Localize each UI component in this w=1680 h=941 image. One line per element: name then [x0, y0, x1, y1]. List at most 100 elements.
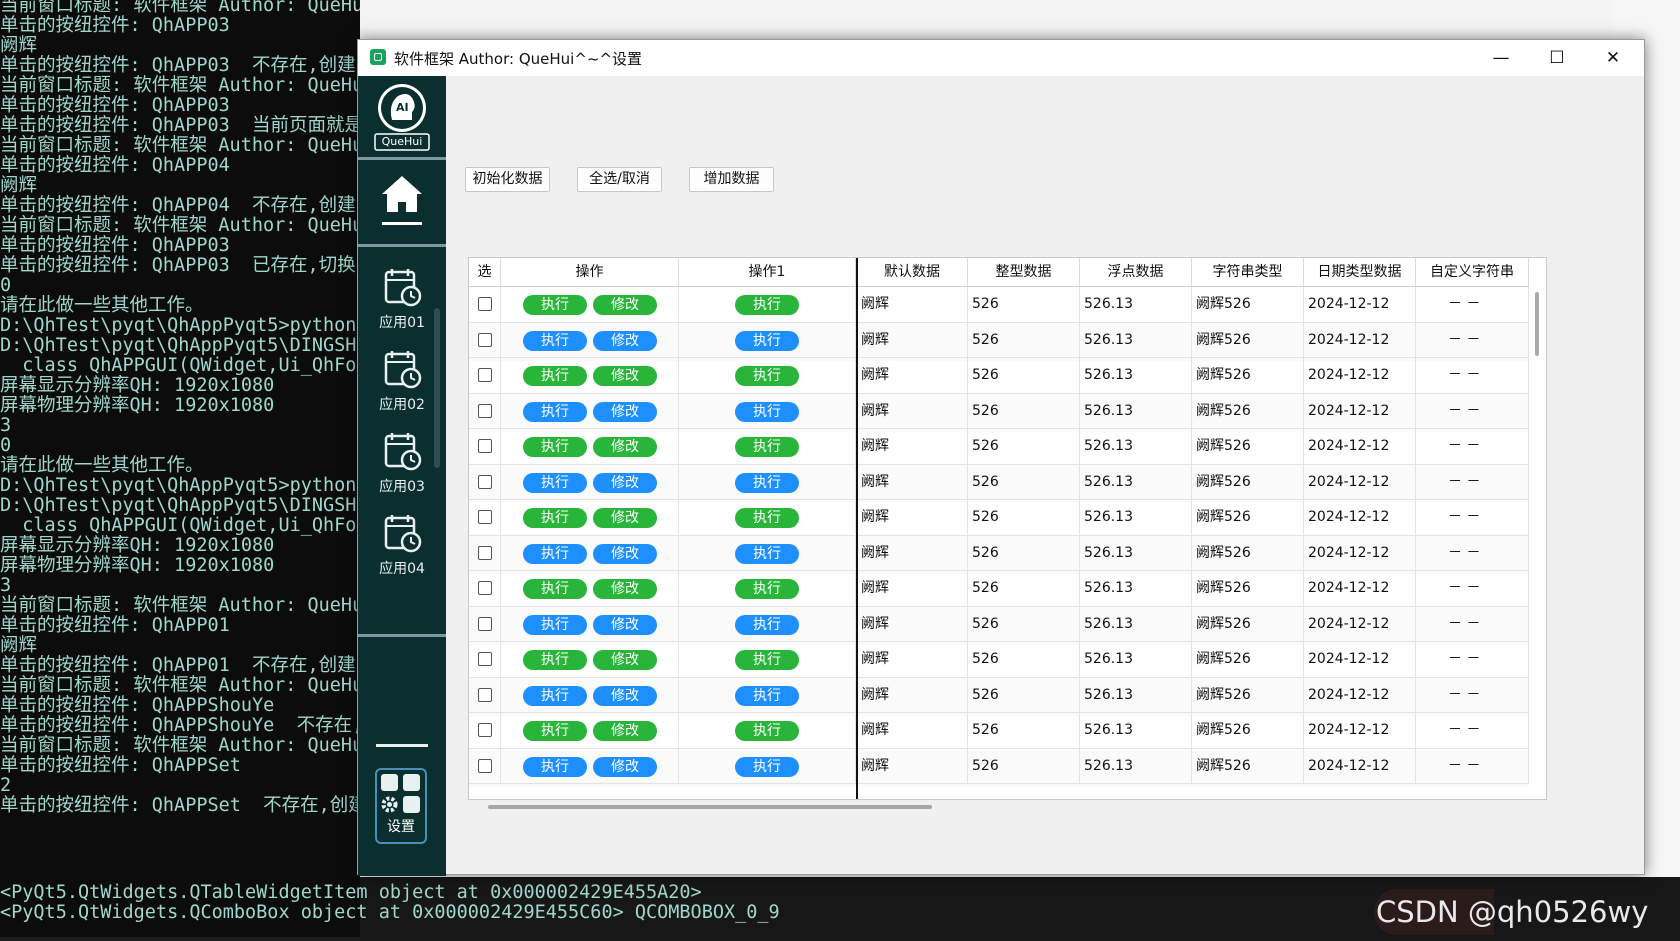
execute-button[interactable]: 执行: [735, 437, 799, 457]
custom-string-cell[interactable]: － －: [1416, 358, 1529, 394]
row-checkbox[interactable]: [478, 687, 492, 702]
float-data-cell[interactable]: 526.13: [1080, 642, 1192, 678]
custom-string-cell[interactable]: － －: [1416, 393, 1529, 429]
execute-button[interactable]: 执行: [523, 685, 587, 706]
default-data-cell[interactable]: 阙辉: [857, 748, 968, 784]
date-data-cell[interactable]: 2024-12-12: [1304, 500, 1416, 536]
execute-button[interactable]: 执行: [735, 508, 799, 528]
string-data-cell[interactable]: 阙辉526: [1192, 713, 1304, 749]
column-header[interactable]: 自定义字符串: [1416, 258, 1529, 287]
custom-string-cell[interactable]: － －: [1416, 429, 1529, 465]
int-data-cell[interactable]: 526: [968, 606, 1080, 642]
edit-button[interactable]: 修改: [593, 685, 657, 706]
string-data-cell[interactable]: 阙辉526: [1192, 535, 1304, 571]
custom-string-cell[interactable]: － －: [1416, 571, 1529, 607]
date-data-cell[interactable]: 2024-12-12: [1304, 287, 1416, 323]
int-data-cell[interactable]: 526: [968, 464, 1080, 500]
date-data-cell[interactable]: 2024-12-12: [1304, 322, 1416, 358]
int-data-cell[interactable]: 526: [968, 429, 1080, 465]
row-checkbox[interactable]: [478, 510, 492, 524]
default-data-cell[interactable]: 阙辉: [857, 464, 968, 500]
execute-button[interactable]: 执行: [735, 614, 799, 635]
row-checkbox[interactable]: [478, 723, 492, 737]
edit-button[interactable]: 修改: [593, 437, 657, 457]
column-header[interactable]: 默认数据: [857, 258, 968, 287]
execute-button[interactable]: 执行: [735, 721, 799, 741]
date-data-cell[interactable]: 2024-12-12: [1304, 464, 1416, 500]
string-data-cell[interactable]: 阙辉526: [1192, 677, 1304, 713]
float-data-cell[interactable]: 526.13: [1080, 287, 1192, 323]
execute-button[interactable]: 执行: [523, 508, 587, 528]
edit-button[interactable]: 修改: [593, 579, 657, 599]
string-data-cell[interactable]: 阙辉526: [1192, 322, 1304, 358]
default-data-cell[interactable]: 阙辉: [857, 571, 968, 607]
int-data-cell[interactable]: 526: [968, 322, 1080, 358]
row-checkbox[interactable]: [478, 758, 492, 773]
custom-string-cell[interactable]: － －: [1416, 677, 1529, 713]
select-all-button[interactable]: 全选/取消: [577, 167, 662, 192]
int-data-cell[interactable]: 526: [968, 642, 1080, 678]
default-data-cell[interactable]: 阙辉: [857, 713, 968, 749]
row-checkbox[interactable]: [478, 332, 492, 347]
float-data-cell[interactable]: 526.13: [1080, 322, 1192, 358]
default-data-cell[interactable]: 阙辉: [857, 358, 968, 394]
default-data-cell[interactable]: 阙辉: [857, 287, 968, 323]
float-data-cell[interactable]: 526.13: [1080, 748, 1192, 784]
default-data-cell[interactable]: 阙辉: [857, 606, 968, 642]
column-header[interactable]: 日期类型数据: [1304, 258, 1416, 287]
string-data-cell[interactable]: 阙辉526: [1192, 429, 1304, 465]
execute-button[interactable]: 执行: [735, 756, 799, 777]
custom-string-cell[interactable]: － －: [1416, 287, 1529, 323]
execute-button[interactable]: 执行: [735, 401, 799, 422]
float-data-cell[interactable]: 526.13: [1080, 464, 1192, 500]
execute-button[interactable]: 执行: [523, 543, 587, 564]
date-data-cell[interactable]: 2024-12-12: [1304, 393, 1416, 429]
custom-string-cell[interactable]: － －: [1416, 606, 1529, 642]
custom-string-cell[interactable]: － －: [1416, 322, 1529, 358]
string-data-cell[interactable]: 阙辉526: [1192, 606, 1304, 642]
column-header[interactable]: 整型数据: [968, 258, 1080, 287]
string-data-cell[interactable]: 阙辉526: [1192, 571, 1304, 607]
float-data-cell[interactable]: 526.13: [1080, 393, 1192, 429]
column-header[interactable]: 操作: [501, 258, 679, 287]
row-checkbox[interactable]: [478, 403, 492, 418]
sidebar-item-app04[interactable]: 应用04: [368, 506, 436, 586]
horizontal-scrollbar-thumb[interactable]: [488, 805, 932, 809]
execute-button[interactable]: 执行: [735, 650, 799, 670]
execute-button[interactable]: 执行: [735, 366, 799, 386]
int-data-cell[interactable]: 526: [968, 358, 1080, 394]
custom-string-cell[interactable]: － －: [1416, 500, 1529, 536]
default-data-cell[interactable]: 阙辉: [857, 677, 968, 713]
float-data-cell[interactable]: 526.13: [1080, 571, 1192, 607]
minimize-button[interactable]: —: [1472, 40, 1530, 76]
execute-button[interactable]: 执行: [523, 401, 587, 422]
row-checkbox[interactable]: [478, 439, 492, 453]
horizontal-scrollbar[interactable]: [468, 800, 1547, 814]
execute-button[interactable]: 执行: [523, 579, 587, 599]
date-data-cell[interactable]: 2024-12-12: [1304, 748, 1416, 784]
execute-button[interactable]: 执行: [523, 437, 587, 457]
maximize-button[interactable]: ☐: [1528, 40, 1586, 76]
float-data-cell[interactable]: 526.13: [1080, 429, 1192, 465]
init-data-button[interactable]: 初始化数据: [465, 167, 550, 192]
execute-button[interactable]: 执行: [735, 472, 799, 493]
edit-button[interactable]: 修改: [593, 472, 657, 493]
string-data-cell[interactable]: 阙辉526: [1192, 358, 1304, 394]
edit-button[interactable]: 修改: [593, 330, 657, 351]
date-data-cell[interactable]: 2024-12-12: [1304, 642, 1416, 678]
execute-button[interactable]: 执行: [735, 685, 799, 706]
date-data-cell[interactable]: 2024-12-12: [1304, 571, 1416, 607]
default-data-cell[interactable]: 阙辉: [857, 322, 968, 358]
execute-button[interactable]: 执行: [523, 472, 587, 493]
int-data-cell[interactable]: 526: [968, 748, 1080, 784]
row-checkbox[interactable]: [478, 616, 492, 631]
default-data-cell[interactable]: 阙辉: [857, 642, 968, 678]
int-data-cell[interactable]: 526: [968, 713, 1080, 749]
date-data-cell[interactable]: 2024-12-12: [1304, 358, 1416, 394]
int-data-cell[interactable]: 526: [968, 677, 1080, 713]
float-data-cell[interactable]: 526.13: [1080, 358, 1192, 394]
string-data-cell[interactable]: 阙辉526: [1192, 500, 1304, 536]
float-data-cell[interactable]: 526.13: [1080, 535, 1192, 571]
date-data-cell[interactable]: 2024-12-12: [1304, 535, 1416, 571]
column-header[interactable]: 字符串类型: [1192, 258, 1304, 287]
